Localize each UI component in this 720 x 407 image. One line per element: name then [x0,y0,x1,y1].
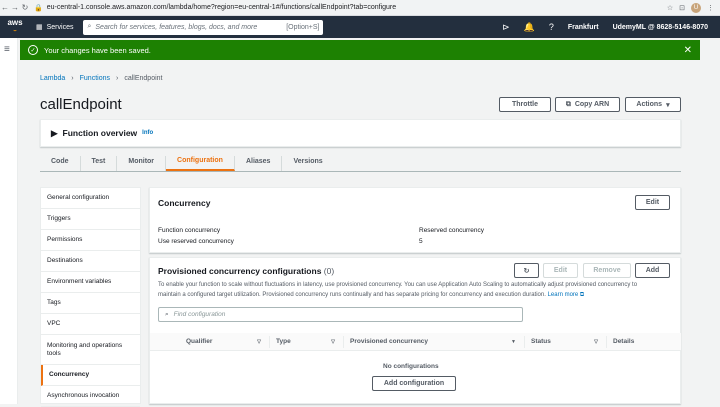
notifications-icon[interactable]: 🔔 [524,22,535,33]
learn-more-link[interactable]: Learn more ⧉ [548,292,585,298]
chevron-right-icon: › [116,75,119,82]
column-qualifier[interactable]: Qualifier ▽ [180,335,270,348]
tab-configuration[interactable]: Configuration [166,156,235,171]
back-icon[interactable]: ← [0,3,10,12]
search-icon: ⌕ [165,310,169,318]
chevron-right-icon: › [71,75,74,82]
sidebar-item-tags[interactable]: Tags [41,293,140,314]
services-menu[interactable]: ▦ Services [30,23,79,32]
provisioned-description: To enable your function to scale without… [158,282,638,298]
breadcrumb: Lambda › Functions › callEndpoint [40,75,162,82]
extensions-icon[interactable]: ⊡ [679,4,685,12]
aws-top-navigation: aws ⌣ ▦ Services ⌕ Search for services, f… [0,16,720,38]
reserved-concurrency-value: 5 [419,238,423,245]
provisioned-edit-button[interactable]: Edit [543,263,578,278]
reserved-concurrency-label: Reserved concurrency [419,227,485,234]
services-label: Services [46,23,74,31]
sort-icon: ▽ [257,338,261,345]
caret-right-icon: ▶ [51,127,58,138]
sidebar-item-concurrency[interactable]: Concurrency [41,365,140,386]
function-overview-title: Function overview [62,128,138,138]
menu-icon[interactable]: ⋮ [707,4,714,12]
search-shortcut: [Option+S] [286,23,320,31]
sort-icon: ▽ [331,338,335,345]
sidebar-item-permissions[interactable]: Permissions [41,230,140,251]
info-link[interactable]: Info [142,130,153,136]
tab-versions[interactable]: Versions [282,156,333,171]
provisioned-title: Provisioned concurrency configurations (… [158,266,335,276]
cloudshell-icon[interactable]: ⊳ [502,22,510,33]
add-button[interactable]: Add [635,263,670,278]
function-tabs: Code Test Monitor Configuration Aliases … [40,152,681,172]
close-icon[interactable]: ✕ [684,45,692,56]
sort-desc-icon: ▼ [511,338,516,345]
refresh-icon: ↻ [523,267,530,275]
grid-icon: ▦ [36,24,43,31]
column-provisioned-concurrency[interactable]: Provisioned concurrency ▼ [344,335,525,348]
refresh-button[interactable]: ↻ [514,263,539,278]
tab-test[interactable]: Test [81,156,118,171]
concurrency-title: Concurrency [158,198,211,208]
add-configuration-button[interactable]: Add configuration [372,376,456,391]
search-icon: ⌕ [87,23,92,30]
column-status[interactable]: Status ▽ [525,335,607,348]
profile-avatar[interactable]: U [691,2,701,13]
global-search-input[interactable]: ⌕ Search for services, features, blogs, … [83,19,324,35]
copy-icon: ⧉ [565,100,571,108]
find-configuration-input[interactable]: ⌕ Find configuration [158,307,523,322]
address-bar[interactable]: 🔒 eu-central-1.console.aws.amazon.com/la… [34,4,396,12]
function-overview-panel[interactable]: ▶ Function overview Info [40,119,681,147]
forward-icon[interactable]: → [10,3,20,12]
reload-icon[interactable]: ↻ [20,3,30,12]
address-url: eu-central-1.console.aws.amazon.com/lamb… [46,4,397,11]
breadcrumb-current: callEndpoint [124,75,163,82]
provisioned-count: (0) [323,266,335,276]
caret-down-icon: ▾ [666,101,670,109]
aws-logo[interactable]: aws ⌣ [0,19,30,35]
account-menu[interactable]: UdemyML @ 8628-5146-8070 [613,24,708,31]
find-configuration-placeholder: Find configuration [173,311,226,318]
sidebar-item-general-configuration[interactable]: General configuration [41,188,140,209]
sort-icon: ▽ [594,338,598,345]
global-search-placeholder: Search for services, features, blogs, do… [95,23,258,31]
tab-code[interactable]: Code [40,156,81,171]
configuration-sidebar: General configuration Triggers Permissio… [40,187,141,407]
remove-button[interactable]: Remove [583,263,631,278]
side-navigation-toggle[interactable]: ≡ [0,38,18,404]
sidebar-item-triggers[interactable]: Triggers [41,209,140,230]
column-type[interactable]: Type ▽ [270,335,344,348]
hamburger-icon: ≡ [4,44,10,55]
concurrency-edit-button[interactable]: Edit [635,195,670,210]
tab-monitor[interactable]: Monitor [117,156,167,171]
tab-aliases[interactable]: Aliases [235,156,283,171]
star-icon[interactable]: ☆ [667,4,673,12]
configurations-table-header: Qualifier ▽ Type ▽ Provisioned concurrency… [150,333,681,351]
throttle-button[interactable]: Throttle [499,97,551,112]
column-details: Details [613,338,635,345]
sidebar-item-monitoring[interactable]: Monitoring and operations tools [41,335,140,365]
sidebar-item-vpc[interactable]: VPC [41,314,140,335]
sidebar-item-environment-variables[interactable]: Environment variables [41,272,140,293]
actions-dropdown[interactable]: Actions ▾ [625,97,681,112]
select-column [150,336,180,348]
help-icon[interactable]: ? [549,22,554,32]
empty-state-text: No configurations [383,363,439,370]
use-reserved-label: Use reserved concurrency [158,238,234,245]
lock-icon: 🔒 [34,4,43,12]
browser-toolbar: ← → ↻ 🔒 eu-central-1.console.aws.amazon.… [0,0,720,16]
function-concurrency-label: Function concurrency [158,227,221,234]
flash-message: Your changes have been saved. [44,45,151,55]
sidebar-item-destinations[interactable]: Destinations [41,251,140,272]
check-icon: ✓ [28,45,38,55]
region-selector[interactable]: Frankfurt [568,24,599,31]
breadcrumb-lambda[interactable]: Lambda [40,75,65,82]
page-title: callEndpoint [40,96,122,113]
breadcrumb-functions[interactable]: Functions [80,75,110,82]
success-flash: ✓ Your changes have been saved. ✕ [20,40,700,60]
copy-arn-button[interactable]: ⧉ Copy ARN [555,97,620,112]
